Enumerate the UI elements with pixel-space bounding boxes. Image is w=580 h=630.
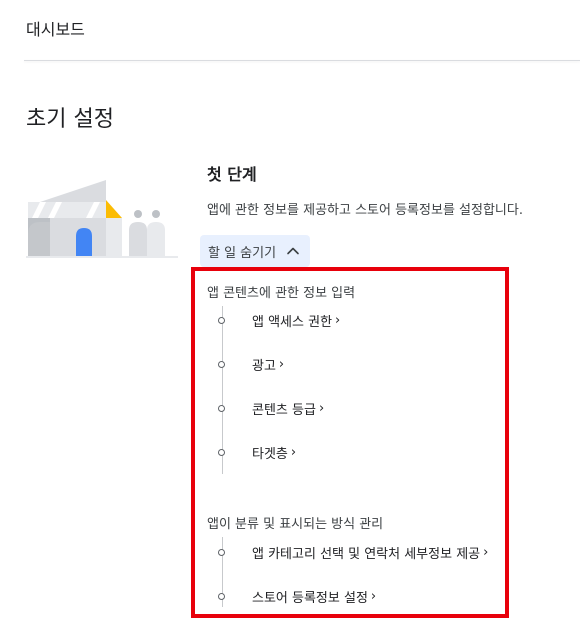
step-title: 첫 단계 <box>207 165 257 184</box>
circle-outline-icon <box>218 404 225 412</box>
chevron-right-icon: › <box>278 356 285 372</box>
setup-illustration <box>26 180 178 258</box>
step-description: 앱에 관한 정보를 제공하고 스토어 등록정보를 설정합니다. <box>207 203 523 218</box>
circle-outline-icon <box>218 548 225 556</box>
hide-tasks-button[interactable]: 할 일 숨기기 <box>200 235 311 267</box>
hide-tasks-label: 할 일 숨기기 <box>208 245 277 261</box>
task-item-target-audience[interactable]: 타겟층 › <box>218 441 296 463</box>
task-item-category-contact[interactable]: 앱 카테고리 선택 및 연락처 세부정보 제공 › <box>218 541 488 563</box>
breadcrumb[interactable]: 대시보드 <box>26 16 85 40</box>
circle-outline-icon <box>218 360 225 368</box>
task-item-ads[interactable]: 광고 › <box>218 353 284 375</box>
header-divider <box>24 60 580 61</box>
chevron-right-icon: › <box>318 400 325 416</box>
section-heading-app-category: 앱이 분류 및 표시되는 방식 관리 <box>207 517 384 532</box>
chevron-right-icon: › <box>335 312 341 328</box>
task-item-content-rating[interactable]: 콘텐츠 등급 › <box>218 397 324 419</box>
chevron-up-icon <box>286 244 300 258</box>
circle-outline-icon <box>218 448 225 456</box>
chevron-right-icon: › <box>290 444 297 460</box>
chevron-right-icon: › <box>370 588 377 604</box>
task-label: 타겟층 <box>252 446 288 462</box>
task-label: 앱 액세스 권한 <box>252 314 333 330</box>
task-label: 스토어 등록정보 설정 <box>252 590 368 606</box>
chevron-right-icon: › <box>483 544 489 560</box>
circle-outline-icon <box>218 316 225 324</box>
task-item-store-listing[interactable]: 스토어 등록정보 설정 › <box>218 585 376 607</box>
task-label: 앱 카테고리 선택 및 연락처 세부정보 제공 <box>252 546 481 562</box>
task-label: 광고 <box>252 358 276 374</box>
circle-outline-icon <box>218 592 225 600</box>
task-item-app-access[interactable]: 앱 액세스 권한 › <box>218 309 340 331</box>
page-title: 초기 설정 <box>26 106 114 132</box>
section-heading-app-content: 앱 콘텐츠에 관한 정보 입력 <box>207 286 356 301</box>
task-label: 콘텐츠 등급 <box>252 402 316 418</box>
